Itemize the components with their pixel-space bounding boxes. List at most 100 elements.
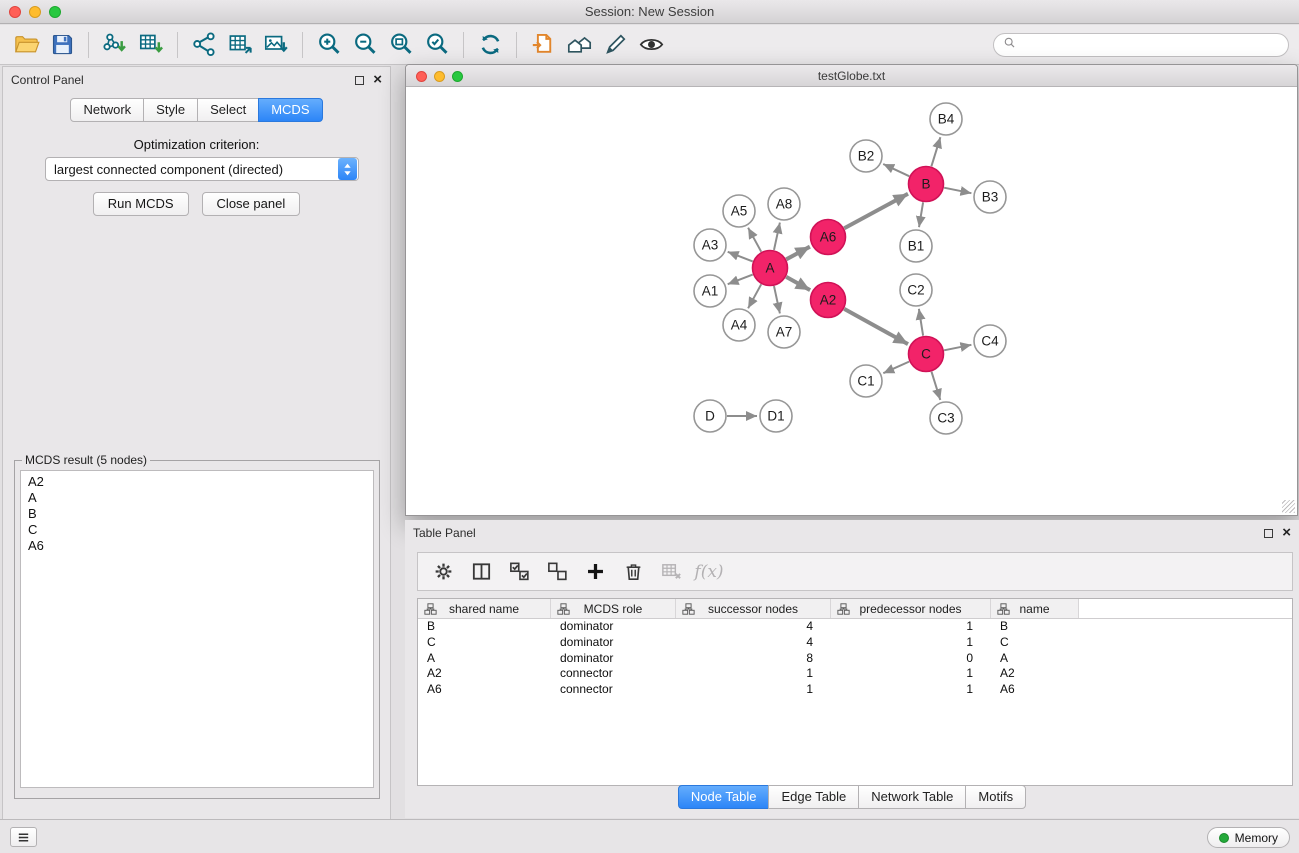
table-cell[interactable]: A [991, 651, 1079, 667]
edge-A-A7[interactable] [774, 286, 780, 313]
table-cell[interactable]: A6 [991, 682, 1079, 698]
node-B3[interactable]: B3 [974, 181, 1006, 213]
column-header-shared-name[interactable]: shared name [418, 599, 551, 618]
criterion-dropdown[interactable]: largest connected component (directed) [45, 157, 359, 181]
copy-network-icon[interactable] [525, 29, 561, 61]
float-table-panel-icon[interactable] [1264, 529, 1273, 538]
table-cell[interactable]: 1 [831, 682, 991, 698]
table-cell[interactable]: 1 [831, 635, 991, 651]
tab-mcds[interactable]: MCDS [258, 98, 322, 122]
memory-button[interactable]: Memory [1207, 827, 1290, 848]
table-cell[interactable]: 0 [831, 651, 991, 667]
node-B2[interactable]: B2 [850, 140, 882, 172]
table-row[interactable]: Cdominator41C [418, 635, 1292, 651]
tab-style[interactable]: Style [143, 98, 198, 122]
node-B[interactable]: B [909, 167, 944, 202]
tab-node-table[interactable]: Node Table [678, 785, 770, 809]
tab-motifs[interactable]: Motifs [965, 785, 1026, 809]
close-panel-button[interactable]: Close panel [202, 192, 301, 216]
table-row[interactable]: Bdominator41B [418, 619, 1292, 635]
table-cell[interactable]: dominator [551, 651, 676, 667]
close-panel-icon[interactable] [373, 74, 382, 86]
node-C1[interactable]: C1 [850, 365, 882, 397]
node-A1[interactable]: A1 [694, 275, 726, 307]
show-panels-icon[interactable] [10, 827, 37, 847]
node-B4[interactable]: B4 [930, 103, 962, 135]
node-D[interactable]: D [694, 400, 726, 432]
edge-C-C2[interactable] [919, 309, 923, 336]
delete-column-icon[interactable] [616, 557, 650, 587]
mcds-result-list[interactable]: A2ABCA6 [20, 470, 374, 788]
table-cell[interactable]: A2 [418, 666, 551, 682]
save-session-icon[interactable] [44, 29, 80, 61]
table-cell[interactable]: connector [551, 682, 676, 698]
show-graphics-eye-icon[interactable] [633, 29, 669, 61]
table-row[interactable]: A6connector11A6 [418, 682, 1292, 698]
open-session-icon[interactable] [8, 29, 44, 61]
mcds-result-item[interactable]: A6 [28, 538, 366, 554]
column-visibility-icon[interactable] [464, 557, 498, 587]
node-A6[interactable]: A6 [811, 220, 846, 255]
settings-gear-icon[interactable] [426, 557, 460, 587]
table-cell[interactable]: 4 [676, 619, 831, 635]
table-row[interactable]: Adominator80A [418, 651, 1292, 667]
export-image-icon[interactable] [258, 29, 294, 61]
resize-grip-icon[interactable] [1282, 500, 1295, 513]
search-box[interactable] [993, 33, 1289, 57]
tab-network[interactable]: Network [70, 98, 144, 122]
new-network-icon[interactable] [186, 29, 222, 61]
close-window-icon[interactable] [9, 6, 21, 18]
deselect-all-rows-icon[interactable] [540, 557, 574, 587]
tab-edge-table[interactable]: Edge Table [768, 785, 859, 809]
minimize-window-icon[interactable] [29, 6, 41, 18]
edge-C-C3[interactable] [932, 372, 941, 400]
zoom-in-icon[interactable] [311, 29, 347, 61]
table-row[interactable]: A2connector11A2 [418, 666, 1292, 682]
column-header-predecessor-nodes[interactable]: predecessor nodes [831, 599, 991, 618]
node-D1[interactable]: D1 [760, 400, 792, 432]
node-A7[interactable]: A7 [768, 316, 800, 348]
node-A3[interactable]: A3 [694, 229, 726, 261]
table-cell[interactable]: C [991, 635, 1079, 651]
search-input[interactable] [1021, 38, 1279, 52]
import-network-icon[interactable] [97, 29, 133, 61]
mcds-result-item[interactable]: C [28, 522, 366, 538]
network-window-titlebar[interactable]: testGlobe.txt [406, 65, 1297, 87]
node-A4[interactable]: A4 [723, 309, 755, 341]
edge-A-A2[interactable] [786, 277, 810, 290]
node-C2[interactable]: C2 [900, 274, 932, 306]
table-cell[interactable]: B [991, 619, 1079, 635]
table-cell[interactable]: connector [551, 666, 676, 682]
zoom-network-window-icon[interactable] [452, 71, 463, 82]
node-C[interactable]: C [909, 337, 944, 372]
neighborhood-icon[interactable] [561, 29, 597, 61]
edge-B-B1[interactable] [919, 202, 923, 227]
column-header-successor-nodes[interactable]: successor nodes [676, 599, 831, 618]
select-all-rows-icon[interactable] [502, 557, 536, 587]
edge-B-B2[interactable] [883, 164, 909, 176]
close-network-window-icon[interactable] [416, 71, 427, 82]
new-table-icon[interactable] [222, 29, 258, 61]
table-cell[interactable]: A6 [418, 682, 551, 698]
edge-A-A5[interactable] [748, 228, 761, 252]
import-table-icon[interactable] [133, 29, 169, 61]
zoom-fit-icon[interactable] [383, 29, 419, 61]
network-canvas[interactable]: B4B2BB3A5A8A6B1A3AC2A1A2A4A7C4CC1C3DD1 [406, 87, 1297, 515]
node-C4[interactable]: C4 [974, 325, 1006, 357]
node-A[interactable]: A [753, 251, 788, 286]
zoom-out-icon[interactable] [347, 29, 383, 61]
zoom-selected-icon[interactable] [419, 29, 455, 61]
edge-B-B4[interactable] [931, 137, 940, 166]
minimize-network-window-icon[interactable] [434, 71, 445, 82]
node-B1[interactable]: B1 [900, 230, 932, 262]
zoom-window-icon[interactable] [49, 6, 61, 18]
edge-A-A3[interactable] [728, 252, 753, 262]
run-mcds-button[interactable]: Run MCDS [93, 192, 189, 216]
table-cell[interactable]: C [418, 635, 551, 651]
table-cell[interactable]: dominator [551, 635, 676, 651]
tab-network-table[interactable]: Network Table [858, 785, 966, 809]
network-graph[interactable]: B4B2BB3A5A8A6B1A3AC2A1A2A4A7C4CC1C3DD1 [406, 87, 1297, 514]
edge-C-C1[interactable] [883, 362, 909, 374]
edge-A-A4[interactable] [748, 284, 761, 308]
edge-B-B3[interactable] [944, 188, 971, 194]
